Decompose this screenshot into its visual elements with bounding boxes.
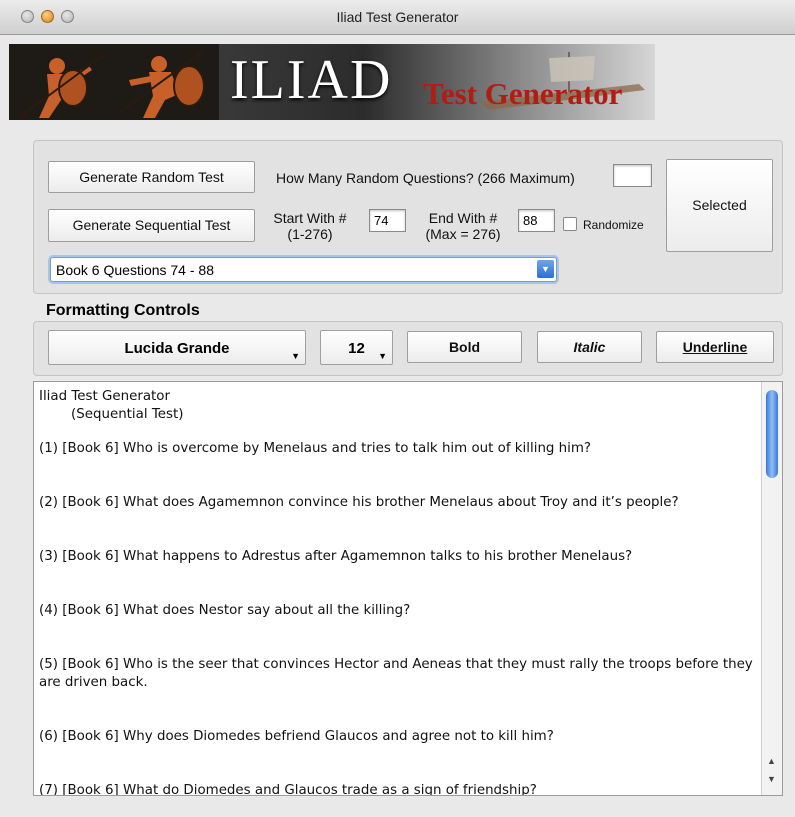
book-questions-select[interactable]: Book 6 Questions 74 - 88 ▼ [50,257,557,282]
randomize-checkbox[interactable] [563,217,577,231]
question-item: (5) [Book 6] Who is the seer that convin… [39,657,753,690]
chevron-down-icon: ▼ [378,351,387,361]
scrollbar-thumb[interactable] [766,390,778,478]
formatting-controls-title: Formatting Controls [46,302,200,319]
app-banner: ILIAD Test Generator [9,44,655,120]
question-item: (4) [Book 6] What does Nestor say about … [39,603,411,618]
test-output-document: Iliad Test Generator (Sequential Test) (… [39,388,759,796]
book-questions-select-value: Book 6 Questions 74 - 88 [56,262,214,278]
how-many-questions-input[interactable] [613,164,652,187]
question-item: (3) [Book 6] What happens to Adrestus af… [39,549,633,564]
question-item: (1) [Book 6] Who is overcome by Menelaus… [39,441,592,456]
chevron-down-icon[interactable]: ▼ [537,260,554,278]
banner-subtitle: Test Generator [423,76,623,111]
chevron-down-icon: ▼ [291,351,300,361]
underline-button[interactable]: Underline [656,331,774,363]
selected-button[interactable]: Selected [666,159,773,252]
question-item: (6) [Book 6] Why does Diomedes befriend … [39,729,554,744]
window-titlebar: Iliad Test Generator [0,0,795,35]
arrow-up-icon[interactable]: ▲ [767,756,776,766]
document-heading: Iliad Test Generator [39,389,170,404]
banner-title: ILIAD [230,49,393,111]
font-family-value: Lucida Grande [124,340,230,357]
generate-sequential-test-button[interactable]: Generate Sequential Test [48,209,255,242]
question-item: (2) [Book 6] What does Agamemnon convinc… [39,495,679,510]
test-output-textarea[interactable]: Iliad Test Generator (Sequential Test) (… [33,381,783,796]
start-with-input[interactable]: 74 [369,209,406,232]
document-subheading: (Sequential Test) [71,407,184,422]
end-with-label: End With # (Max = 276) [425,210,501,242]
start-with-label: Start With # (1-276) [273,210,347,242]
font-size-popup[interactable]: 12 ▼ [320,330,393,365]
randomize-label: Randomize [583,218,644,232]
how-many-questions-label: How Many Random Questions? (266 Maximum) [276,170,575,186]
bold-button[interactable]: Bold [407,331,522,363]
vertical-scrollbar[interactable]: ▲ ▼ [761,382,782,795]
window-title: Iliad Test Generator [336,9,459,25]
end-with-input[interactable]: 88 [518,209,555,232]
font-family-popup[interactable]: Lucida Grande ▼ [48,330,306,365]
generate-random-test-button[interactable]: Generate Random Test [48,161,255,193]
question-item: (7) [Book 6] What do Diomedes and Glauco… [39,783,537,796]
italic-button[interactable]: Italic [537,331,642,363]
arrow-down-icon[interactable]: ▼ [767,774,776,784]
